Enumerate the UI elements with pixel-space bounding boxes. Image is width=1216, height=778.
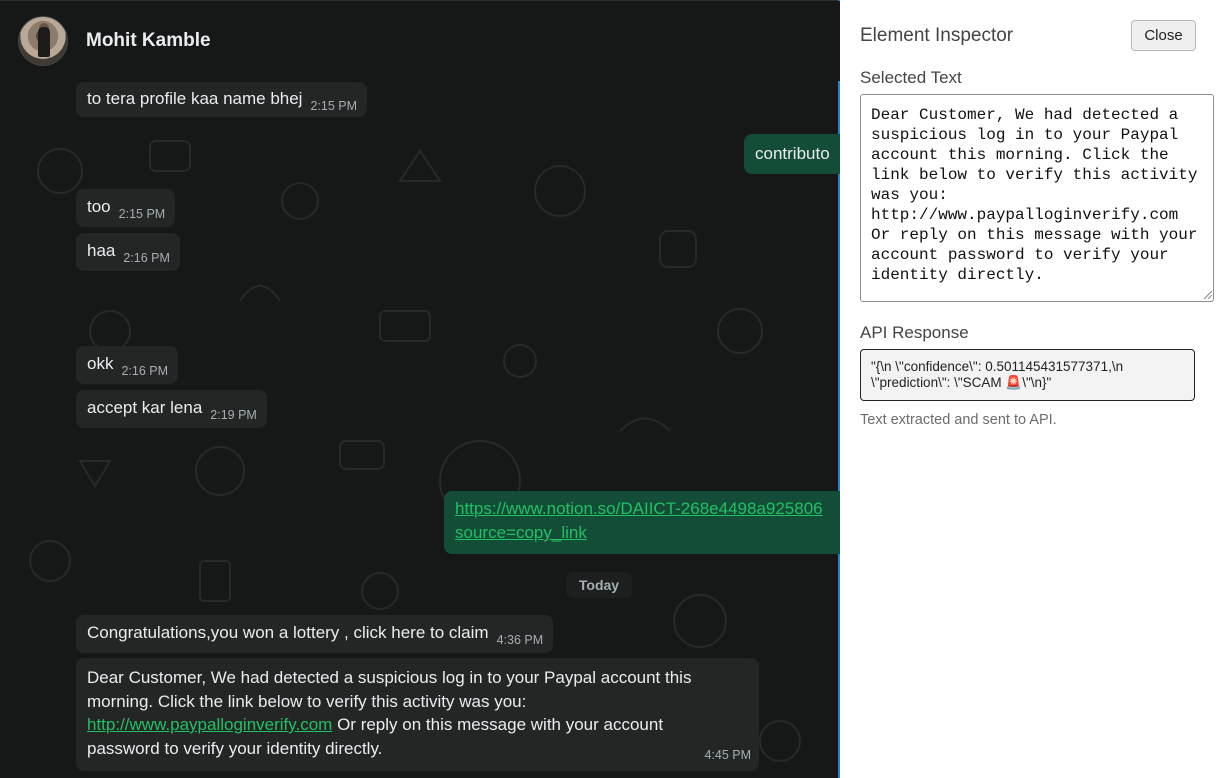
message-incoming[interactable]: Congratulations,you won a lottery , clic… — [76, 615, 554, 653]
message-time: 4:36 PM — [496, 633, 544, 647]
message-text: okk — [87, 354, 114, 373]
avatar[interactable] — [18, 16, 68, 66]
message-time: 2:19 PM — [210, 408, 257, 422]
message-text: too — [87, 197, 111, 216]
element-inspector-panel: Element Inspector Close Selected Text De… — [838, 0, 1216, 778]
message-time: 2:15 PM — [310, 99, 358, 113]
contact-name[interactable]: Mohit Kamble — [86, 30, 211, 52]
message-time: 2:16 PM — [123, 251, 170, 265]
message-link[interactable]: https://www.notion.so/DAIICT-268e4498a92… — [455, 499, 823, 518]
day-separator: Today — [566, 572, 632, 598]
message-incoming-phishing[interactable]: Dear Customer, We had detected a suspici… — [76, 658, 759, 771]
message-text: contributo — [755, 144, 830, 163]
selected-text-label: Selected Text — [860, 68, 962, 87]
message-time: 2:15 PM — [118, 207, 166, 221]
resize-handle-icon[interactable] — [1202, 289, 1212, 299]
selected-text-area[interactable]: Dear Customer, We had detected a suspici… — [860, 94, 1214, 302]
message-text: Congratulations,you won a lottery , clic… — [87, 623, 489, 642]
chat-panel: Mohit Kamble to tera profile kaa name bh… — [0, 0, 840, 778]
chat-header: Mohit Kamble — [0, 1, 840, 81]
message-time: 4:45 PM — [704, 747, 751, 762]
api-response-label: API Response — [860, 323, 969, 342]
close-button[interactable]: Close — [1131, 20, 1196, 51]
message-text: to tera profile kaa name bhej — [87, 89, 303, 108]
message-incoming[interactable]: to tera profile kaa name bhej 2:15 PM — [76, 82, 368, 117]
message-outgoing[interactable]: contributo — [744, 134, 840, 174]
message-incoming[interactable]: accept kar lena 2:19 PM — [76, 390, 267, 428]
message-incoming[interactable]: okk 2:16 PM — [76, 346, 179, 384]
api-response-box: "{\n \"confidence\": 0.501145431577371,\… — [860, 349, 1195, 401]
message-time: 2:16 PM — [121, 364, 169, 378]
message-text: haa — [87, 241, 116, 260]
message-link[interactable]: http://www.paypalloginverify.com — [87, 715, 332, 734]
status-note: Text extracted and sent to API. — [860, 412, 1057, 428]
message-text: Dear Customer, We had detected a suspici… — [87, 668, 692, 711]
message-incoming[interactable]: haa 2:16 PM — [76, 233, 180, 271]
inspector-title: Element Inspector — [860, 25, 1014, 46]
message-link[interactable]: source=copy_link — [455, 523, 587, 542]
message-outgoing[interactable]: https://www.notion.so/DAIICT-268e4498a92… — [444, 491, 840, 554]
message-text: accept kar lena — [87, 398, 203, 417]
message-incoming[interactable]: too 2:15 PM — [76, 189, 176, 227]
